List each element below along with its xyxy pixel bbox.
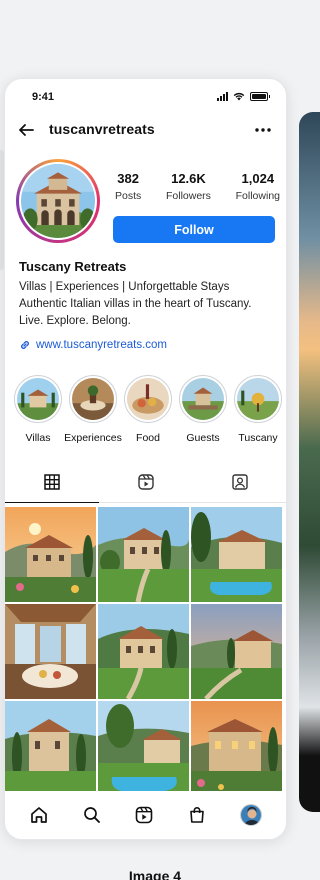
image-caption: Image 4 — [128, 868, 182, 880]
tagged-icon — [232, 474, 248, 490]
post-thumbnail[interactable] — [191, 507, 282, 602]
nav-home[interactable] — [29, 805, 49, 825]
highlight-label: Tuscany — [238, 432, 278, 444]
profile-username: tuscanvretreats — [49, 121, 155, 137]
website-link-text: www.tuscanyretreats.com — [36, 339, 168, 351]
follow-button[interactable]: Follow — [113, 216, 275, 243]
profile-stats: 382 Posts 12.6K Followers 1,024 Followin… — [115, 171, 280, 202]
bio-name: Tuscany Retreats — [19, 259, 127, 274]
tab-tagged[interactable] — [193, 473, 286, 503]
highlight-guests[interactable]: Guests — [178, 375, 228, 444]
profile-avatar[interactable] — [16, 159, 100, 243]
more-options-icon[interactable] — [254, 121, 272, 139]
profile-header: tuscanvretreats — [5, 117, 286, 143]
post-thumbnail[interactable] — [5, 507, 96, 602]
stat-following[interactable]: 1,024 Following — [236, 171, 280, 202]
nav-reels[interactable] — [134, 805, 154, 825]
signal-icon — [217, 92, 228, 101]
profile-bio: Tuscany Retreats Villas | Experiences | … — [19, 259, 281, 351]
post-thumbnail[interactable] — [98, 604, 189, 699]
status-icons — [217, 92, 270, 101]
post-thumbnail[interactable] — [98, 507, 189, 602]
phone-mockup: 9:41 tuscanvretreats 382 Posts 12.6K Fol… — [4, 78, 287, 840]
bio-line: Live. Explore. Belong. — [19, 315, 131, 327]
stat-label: Following — [235, 190, 280, 202]
reels-icon — [136, 806, 153, 824]
stat-label: Posts — [115, 190, 142, 202]
bio-line: Villas | Experiences | Unforgettable Sta… — [19, 281, 230, 293]
battery-icon — [250, 92, 270, 101]
post-thumbnail[interactable] — [191, 701, 282, 796]
bottom-navigation — [5, 791, 286, 839]
post-thumbnail[interactable] — [5, 604, 96, 699]
stat-posts[interactable]: 382 Posts — [115, 171, 141, 202]
highlight-tuscany[interactable]: Tuscany — [233, 375, 283, 444]
next-device-peek — [299, 112, 320, 812]
reels-icon — [138, 474, 154, 490]
stat-followers[interactable]: 12.6K Followers — [166, 171, 211, 202]
back-arrow-icon[interactable] — [17, 121, 35, 139]
highlight-experiences[interactable]: Experiences — [64, 375, 122, 444]
highlight-label: Guests — [186, 432, 220, 444]
nav-shop[interactable] — [187, 805, 207, 825]
stat-value: 12.6K — [171, 171, 206, 186]
stat-value: 382 — [117, 171, 139, 186]
stat-label: Followers — [165, 190, 211, 202]
highlight-villas[interactable]: Villas — [13, 375, 63, 444]
nav-profile-avatar[interactable] — [239, 804, 262, 826]
profile-tabs — [5, 469, 286, 503]
highlight-label: Villas — [25, 432, 51, 444]
post-thumbnail[interactable] — [191, 604, 282, 699]
highlight-food[interactable]: Food — [123, 375, 173, 444]
status-bar: 9:41 — [5, 79, 286, 115]
story-highlights: Villas Experiences Food Guests Tuscany — [13, 375, 283, 444]
grid-icon — [44, 474, 60, 490]
highlight-label: Food — [136, 432, 160, 444]
tab-reels[interactable] — [99, 473, 193, 503]
nav-search[interactable] — [82, 805, 102, 825]
wifi-icon — [233, 92, 245, 101]
tab-grid[interactable] — [5, 473, 99, 503]
post-thumbnail[interactable] — [98, 701, 189, 796]
search-icon — [84, 807, 100, 823]
shop-icon — [190, 807, 204, 823]
status-time: 9:41 — [32, 91, 55, 103]
bio-line: Authentic Italian villas in the heart of… — [19, 298, 252, 310]
highlight-label: Experiences — [64, 432, 122, 444]
post-thumbnail[interactable] — [5, 701, 96, 796]
stat-value: 1,024 — [241, 171, 275, 186]
website-link[interactable]: www.tuscanyretreats.com — [19, 339, 281, 351]
home-icon — [31, 807, 48, 823]
posts-grid — [5, 507, 286, 796]
link-icon — [21, 341, 29, 349]
